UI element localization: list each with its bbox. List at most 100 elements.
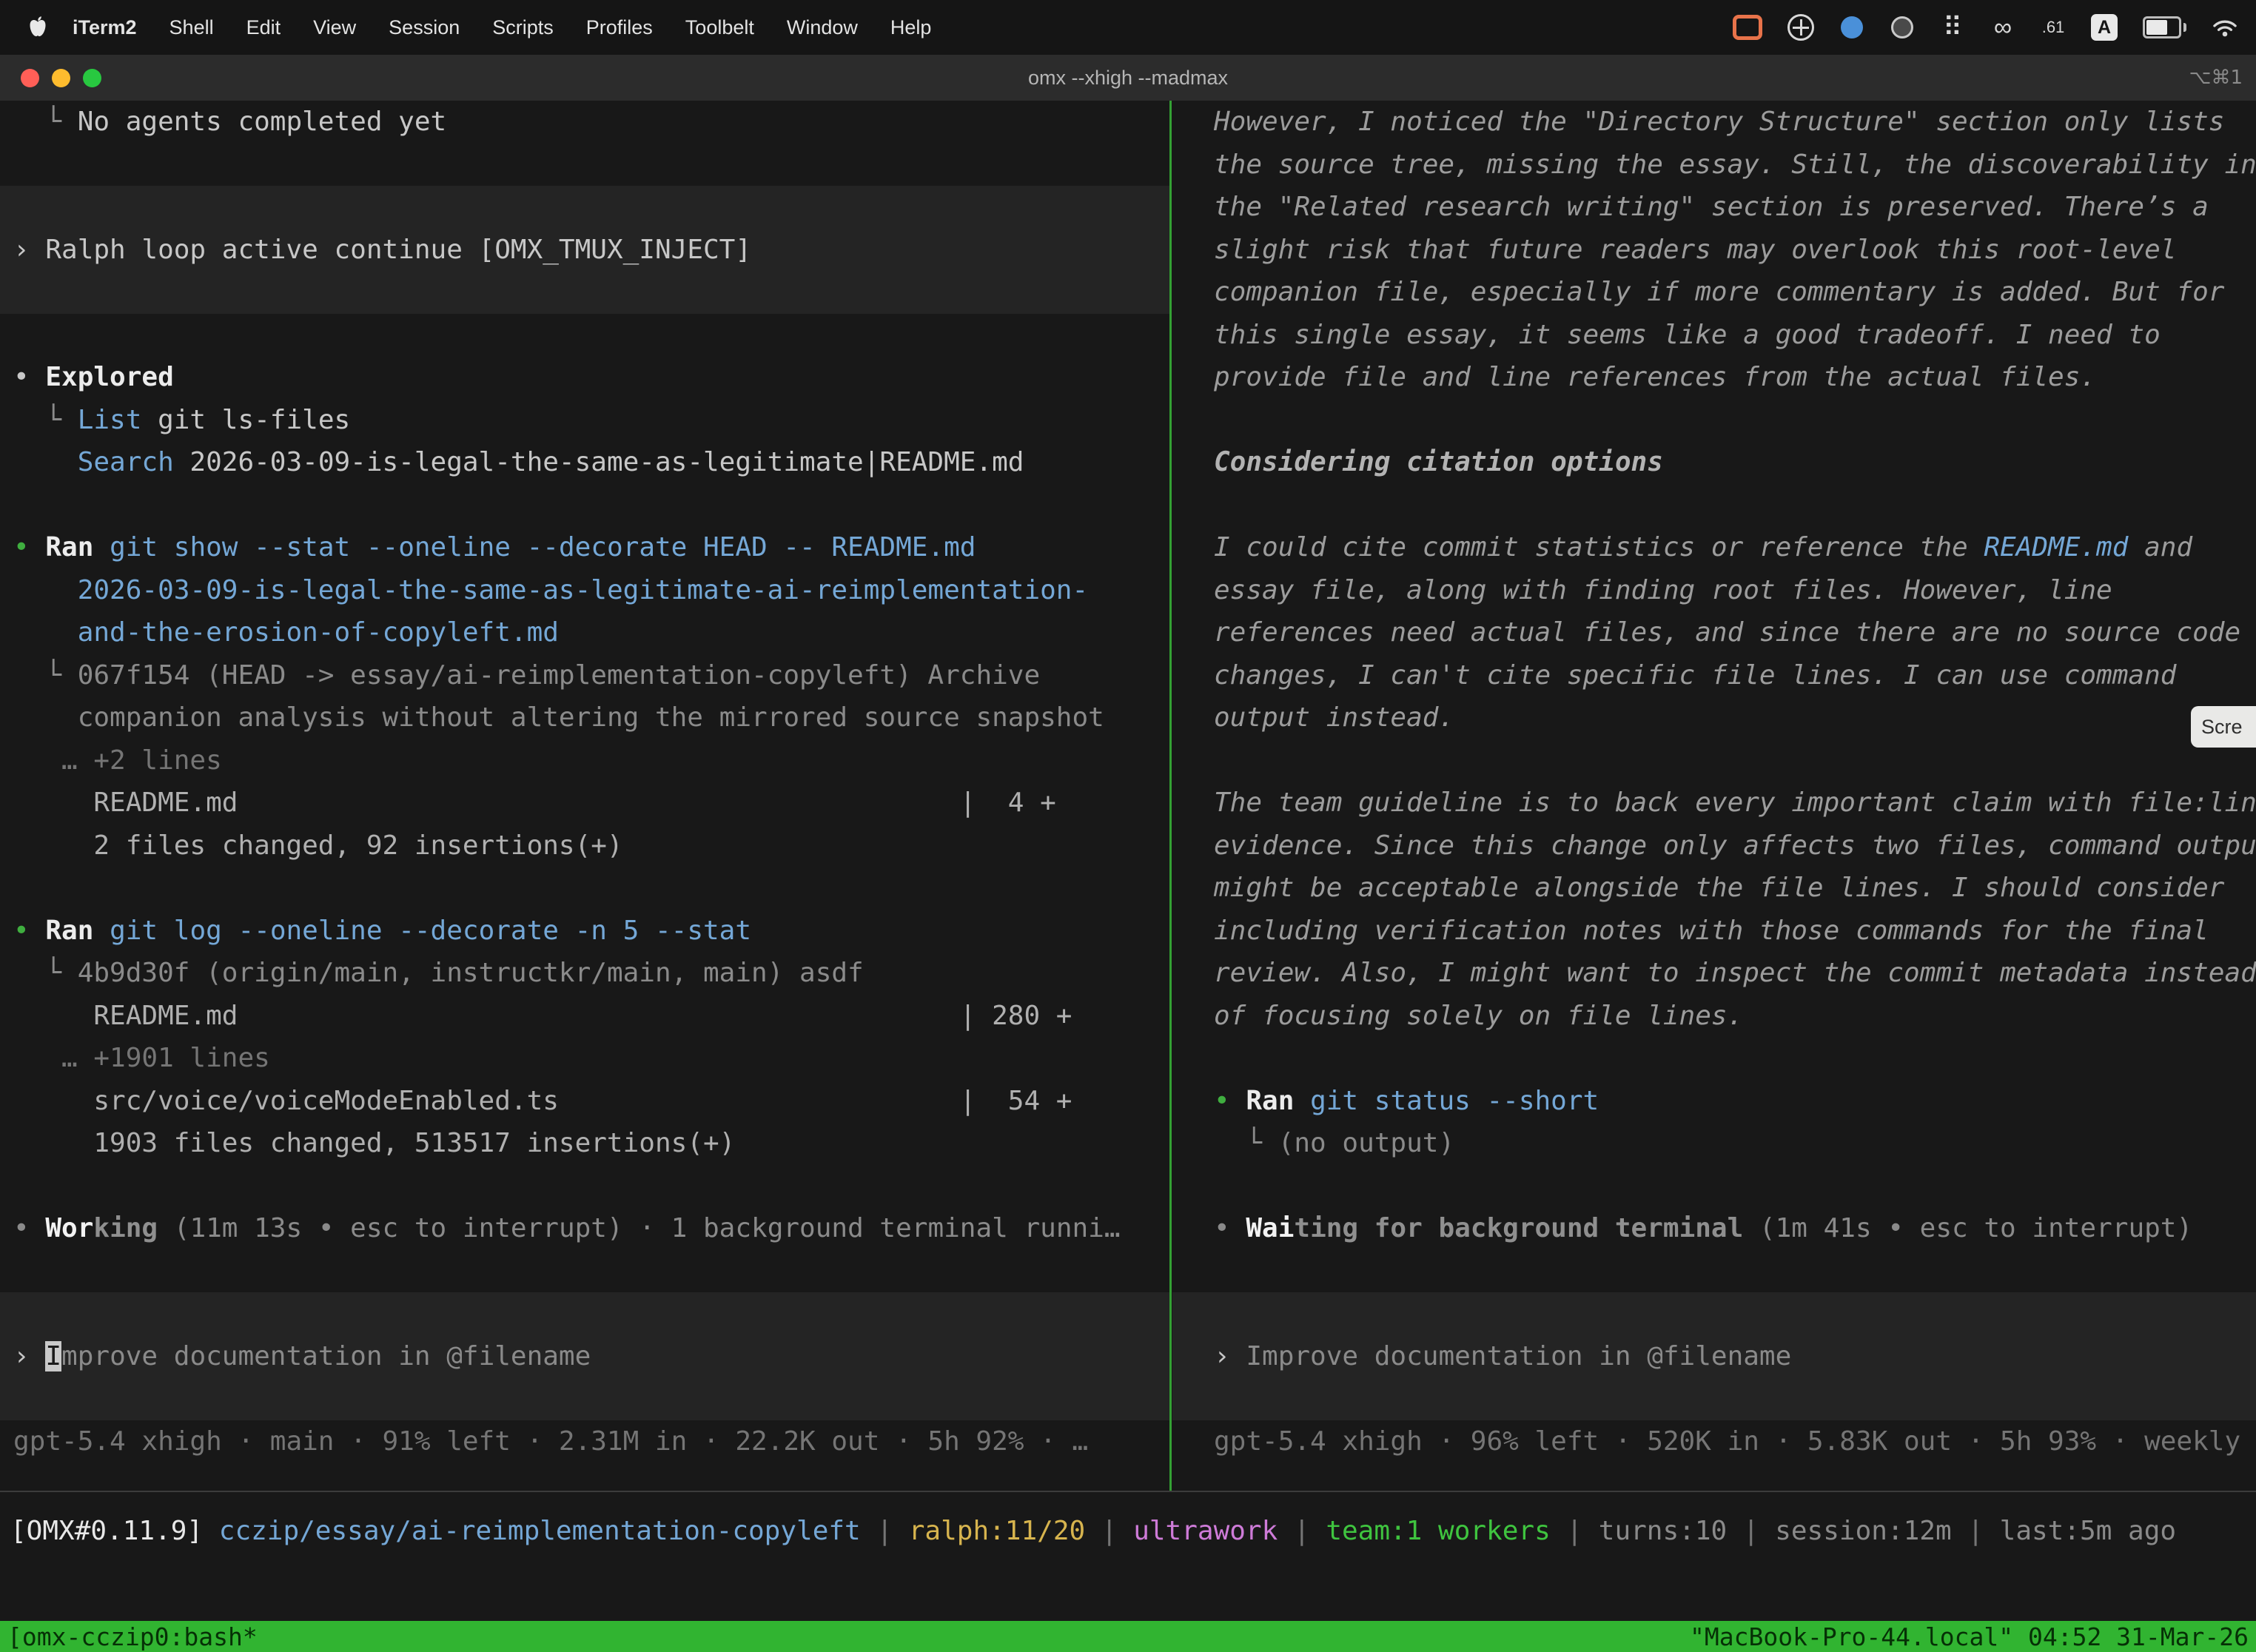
terminal-line: essay file, along with finding root file… (1172, 569, 2256, 612)
minimize-button[interactable] (52, 69, 70, 87)
terminal-line (1172, 1037, 2256, 1080)
disc-app-icon[interactable] (1890, 11, 1915, 44)
terminal-line: 1903 files changed, 513517 insertions(+) (0, 1122, 1169, 1165)
terminal-line: review. Also, I might want to inspect th… (1172, 952, 2256, 995)
terminal-line: └ No agents completed yet (0, 101, 1169, 144)
text-run: No agents completed yet (78, 107, 447, 137)
menu-item-edit[interactable]: Edit (230, 16, 298, 39)
text-run (13, 1043, 61, 1073)
text-run: might be acceptable alongside the file l… (1214, 873, 2224, 903)
text-run: [OMX#0.11.9] (10, 1516, 219, 1546)
text-run: evidence. Since this change only affects… (1214, 830, 2256, 861)
infinity-app-icon[interactable]: ∞ (1990, 11, 2015, 44)
menu-item-session[interactable]: Session (372, 16, 476, 39)
terminal: └ No agents completed yet › Ralph loop a… (0, 101, 2256, 1652)
battery-nub (2183, 23, 2186, 32)
text-run: output instead. (1214, 702, 1454, 733)
close-button[interactable] (21, 69, 39, 87)
left-terminal-pane[interactable]: └ No agents completed yet › Ralph loop a… (0, 101, 1169, 1491)
window-shortcut: ⌥⌘1 (2189, 67, 2243, 89)
right-terminal-pane[interactable]: However, I noticed the "Directory Struct… (1172, 101, 2256, 1491)
text-run: essay file, along with finding root file… (1214, 575, 2112, 605)
status-separator (0, 1491, 2256, 1492)
text-run: git status --short (1310, 1086, 1599, 1116)
text-run: I (45, 1341, 61, 1371)
menu-item-iterm2[interactable]: iTerm2 (56, 16, 153, 39)
text-run: List (78, 405, 142, 435)
terminal-line: and-the-erosion-of-copyleft.md (0, 611, 1169, 654)
terminal-line: slight risk that future readers may over… (1172, 229, 2256, 272)
zoom-button[interactable] (83, 69, 101, 87)
text-run: Wai (1246, 1213, 1294, 1243)
menu-item-window[interactable]: Window (771, 16, 874, 39)
menu-item-view[interactable]: View (297, 16, 372, 39)
text-run (93, 532, 110, 563)
terminal-line: However, I noticed the "Directory Struct… (1172, 101, 2256, 144)
text-run (13, 447, 78, 477)
text-run: git log --oneline --decorate -n 5 --stat (110, 916, 751, 946)
text-run: 2026-03-09-is-legal-the-same-as-legitima… (78, 575, 1088, 605)
meter-icon[interactable]: .61 (2041, 11, 2066, 44)
text-run: Ralph loop active continue [OMX_TMUX_INJ… (45, 235, 751, 265)
terminal-line: changes, I can't cite specific file line… (1172, 654, 2256, 697)
text-run: The team guideline is to back every impo… (1214, 788, 2256, 818)
terminal-line: 2026-03-09-is-legal-the-same-as-legitima… (0, 569, 1169, 612)
menu-item-toolbelt[interactable]: Toolbelt (669, 16, 771, 39)
terminal-line (1172, 484, 2256, 527)
text-run: README.md | 280 + (13, 1001, 1072, 1031)
menu-item-scripts[interactable]: Scripts (476, 16, 570, 39)
prompt-input-box[interactable]: › Improve documentation in @filename (1172, 1292, 2256, 1420)
text-run: Wor (45, 1213, 93, 1243)
text-run (1294, 1086, 1310, 1116)
input-source-icon[interactable]: A (2091, 11, 2118, 44)
blue-app-icon[interactable] (1839, 11, 1864, 44)
text-run: • (1214, 1213, 1246, 1243)
text-run (13, 745, 61, 776)
terminal-line (0, 1250, 1169, 1293)
tmux-host-time: "MacBook-Pro-44.local" 04:52 31-Mar-26 (1690, 1622, 2249, 1651)
text-run: mprove documentation in @filename (61, 1341, 591, 1371)
terminal-line: including verification notes with those … (1172, 910, 2256, 953)
screen-recording-indicator-icon[interactable] (1733, 11, 1762, 44)
prompt-input[interactable]: › Improve documentation in @filename (0, 1335, 1169, 1378)
window-title-bar[interactable]: omx --xhigh --madmax ⌥⌘1 (0, 55, 2256, 101)
menu-items: iTerm2ShellEditViewSessionScriptsProfile… (56, 16, 947, 39)
text-run: session:12m (1775, 1516, 1951, 1546)
menu-item-shell[interactable]: Shell (153, 16, 230, 39)
terminal-line: references need actual files, and since … (1172, 611, 2256, 654)
text-run: review. Also, I might want to inspect th… (1214, 958, 2256, 988)
text-run: ralph:11/20 (909, 1516, 1085, 1546)
window-title: omx --xhigh --madmax (1028, 67, 1228, 90)
ralph-loop-box: › Ralph loop active continue [OMX_TMUX_I… (0, 186, 1169, 314)
text-run: Ran (45, 916, 93, 946)
wifi-icon[interactable] (2212, 11, 2238, 44)
ran-command: • Ran git log --oneline --decorate -n 5 … (0, 910, 1169, 953)
text-run: slight risk that future readers may over… (1214, 235, 2176, 265)
terminal-line: 2 files changed, 92 insertions(+) (0, 825, 1169, 867)
pane-divider[interactable] (1169, 101, 1172, 1491)
apple-menu-icon[interactable] (25, 16, 50, 38)
terminal-line (0, 867, 1169, 910)
text-run: • (13, 532, 45, 563)
text-run: 2 files changed, 92 insertions(+) (13, 830, 623, 861)
working-status: • Working (11m 13s • esc to interrupt) ·… (0, 1207, 1169, 1250)
tmux-status-bar: [omx-cczip0:bash* "MacBook-Pro-44.local"… (0, 1621, 2256, 1652)
prompt-input[interactable]: › Improve documentation in @filename (1172, 1335, 2256, 1378)
text-run (13, 575, 78, 605)
dots-grid-icon[interactable]: ⠿ (1940, 11, 1965, 44)
terminal-line: output instead. (1172, 696, 2256, 739)
screen-share-button[interactable]: Scre (2191, 706, 2256, 748)
text-run: ultrawork (1133, 1516, 1278, 1546)
globe-grid-icon[interactable] (1787, 11, 1814, 44)
battery-icon[interactable] (2143, 11, 2186, 44)
menu-item-profiles[interactable]: Profiles (570, 16, 669, 39)
prompt-input-box[interactable]: › Improve documentation in @filename (0, 1292, 1169, 1420)
text-run: provide file and line references from th… (1214, 362, 2096, 392)
text-run: 1903 files changed, 513517 insertions(+) (13, 1128, 735, 1158)
menu-item-help[interactable]: Help (874, 16, 948, 39)
text-run: › (13, 235, 45, 265)
text-run: the source tree, missing the essay. Stil… (1214, 150, 2256, 180)
terminal-line: I could cite commit statistics or refere… (1172, 526, 2256, 569)
text-run: Considering citation options (1214, 447, 1663, 477)
ran-command: • Ran git show --stat --oneline --decora… (0, 526, 1169, 569)
